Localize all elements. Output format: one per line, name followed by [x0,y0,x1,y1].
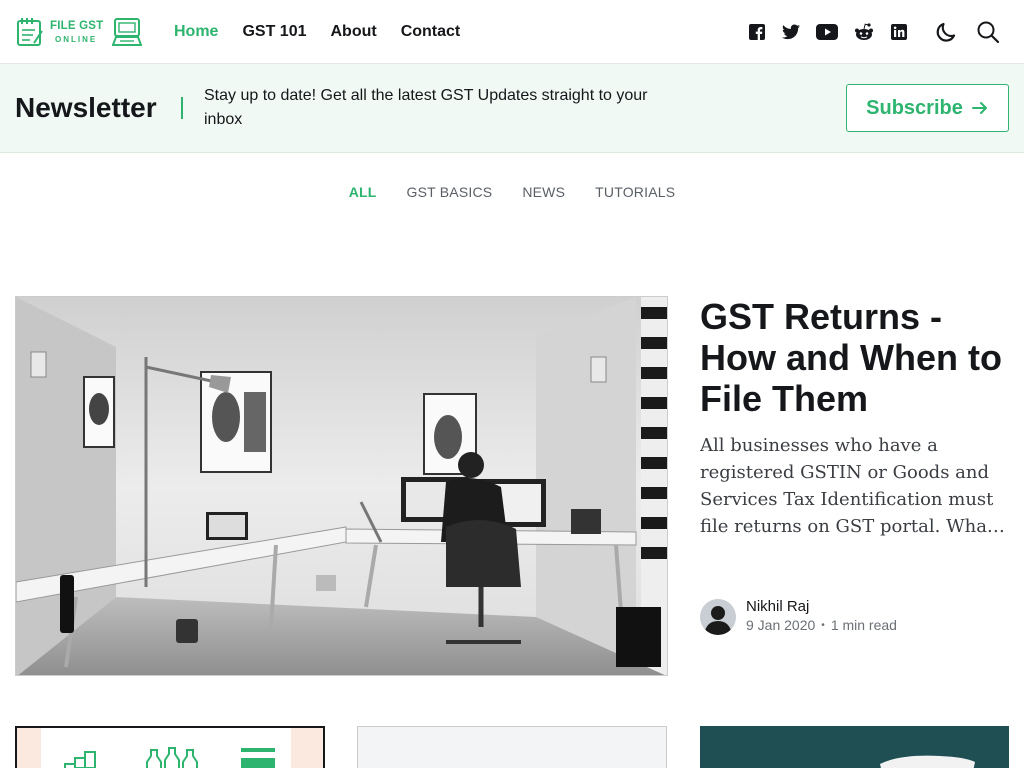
dark-mode-toggle-icon[interactable] [934,20,958,44]
nav-contact[interactable]: Contact [401,23,461,41]
post-card-3[interactable] [700,726,1009,768]
meta-separator: • [821,619,825,631]
post-meta: 9 Jan 2020 • 1 min read [746,617,897,633]
author-name[interactable]: Nikhil Raj [746,598,809,615]
post-read-time: 1 min read [830,617,897,633]
tab-gst-basics[interactable]: GST BASICS [407,184,493,204]
reddit-icon[interactable] [854,20,874,44]
featured-post-excerpt: All businesses who have a registered GST… [700,435,995,537]
laptop-icon [112,18,142,46]
linkedin-icon[interactable] [890,20,908,44]
newsletter-description: Stay up to date! Get all the latest GST … [204,87,648,128]
tab-all[interactable]: ALL [349,184,377,204]
youtube-icon[interactable] [816,20,838,44]
category-tabs: ALL GST BASICS NEWS TUTORIALS [0,184,1024,204]
tab-news[interactable]: NEWS [522,184,565,204]
subscribe-label: Subscribe [866,96,963,119]
featured-post-excerpt-box: All businesses who have a registered GST… [700,432,1010,544]
notepad-icon [17,18,43,46]
nav-about[interactable]: About [330,23,376,41]
logo-text: FILE GST ONLINE [50,20,104,44]
newsletter-title: Newsletter [15,92,157,123]
featured-post-image[interactable] [15,296,668,676]
newsletter-bar: Newsletter Stay up to date! Get all the … [0,64,1024,153]
subscribe-button[interactable]: Subscribe [846,84,1009,132]
nav-home[interactable]: Home [174,23,218,41]
tab-tutorials[interactable]: TUTORIALS [595,184,675,204]
logo-line1: FILE GST [50,20,104,32]
newsletter-divider [181,97,183,119]
site-logo[interactable]: FILE GST ONLINE [16,17,142,47]
logo-line2: ONLINE [55,34,98,44]
post-card-2[interactable] [357,726,667,768]
nav-gst-101[interactable]: GST 101 [242,23,306,41]
post-card-1[interactable] [15,726,325,768]
featured-post-title[interactable]: GST Returns - How and When to File Them [700,296,1010,419]
facebook-icon[interactable] [748,20,766,44]
post-date: 9 Jan 2020 [746,617,816,633]
search-icon[interactable] [976,20,1000,44]
author-avatar[interactable] [700,599,736,635]
twitter-icon[interactable] [782,20,800,44]
arrow-right-icon [971,102,987,114]
site-header: FILE GST ONLINE Home GST 101 About Conta… [0,0,1024,64]
social-links [748,20,924,44]
main-nav: Home GST 101 About Contact [174,0,484,64]
